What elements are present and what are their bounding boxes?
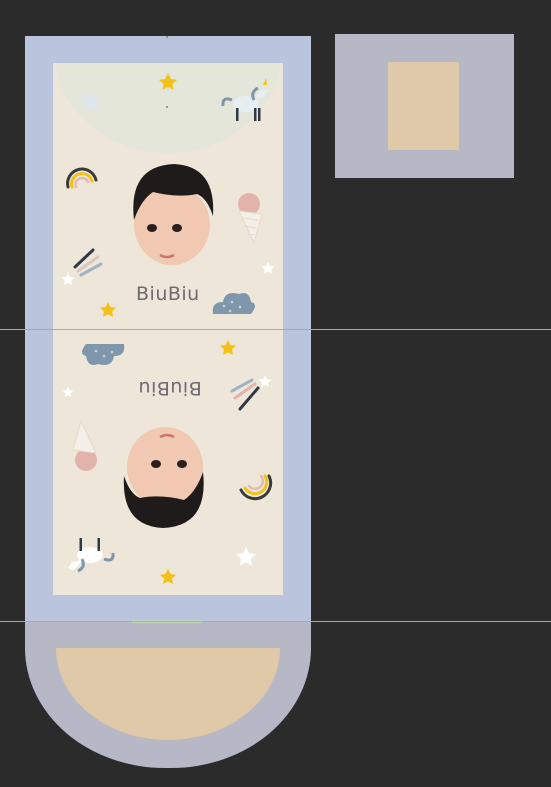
label-text-top: BiuBiu <box>136 283 200 305</box>
star-icon <box>160 569 176 584</box>
star-icon <box>159 73 177 90</box>
star-icon <box>79 90 101 111</box>
star-icon <box>220 340 236 355</box>
artwork-layer <box>61 36 275 584</box>
star-icon <box>100 302 116 317</box>
cloud-icon <box>82 344 125 365</box>
baby-face-photo <box>133 164 214 265</box>
workspace-canvas: BiuBiu BiuBiu <box>0 0 551 787</box>
baby-face-photo <box>123 427 204 528</box>
star-icon <box>261 262 275 274</box>
label-text-bottom-rotated: BiuBiu <box>138 377 202 399</box>
ice-cream-icon <box>72 419 97 471</box>
unicorn-icon <box>68 538 115 573</box>
ice-cream-icon <box>238 193 263 245</box>
star-icon <box>236 547 256 566</box>
unicorn-icon <box>221 78 268 121</box>
rainbow-icon <box>66 167 98 189</box>
cloud-icon <box>212 293 255 314</box>
shooting-star-icon <box>61 248 103 285</box>
rainbow-icon <box>239 474 273 501</box>
horizontal-guide-2[interactable] <box>0 621 551 622</box>
star-icon <box>62 387 74 397</box>
horizontal-guide-1[interactable] <box>0 329 551 330</box>
shooting-star-icon <box>230 375 272 411</box>
